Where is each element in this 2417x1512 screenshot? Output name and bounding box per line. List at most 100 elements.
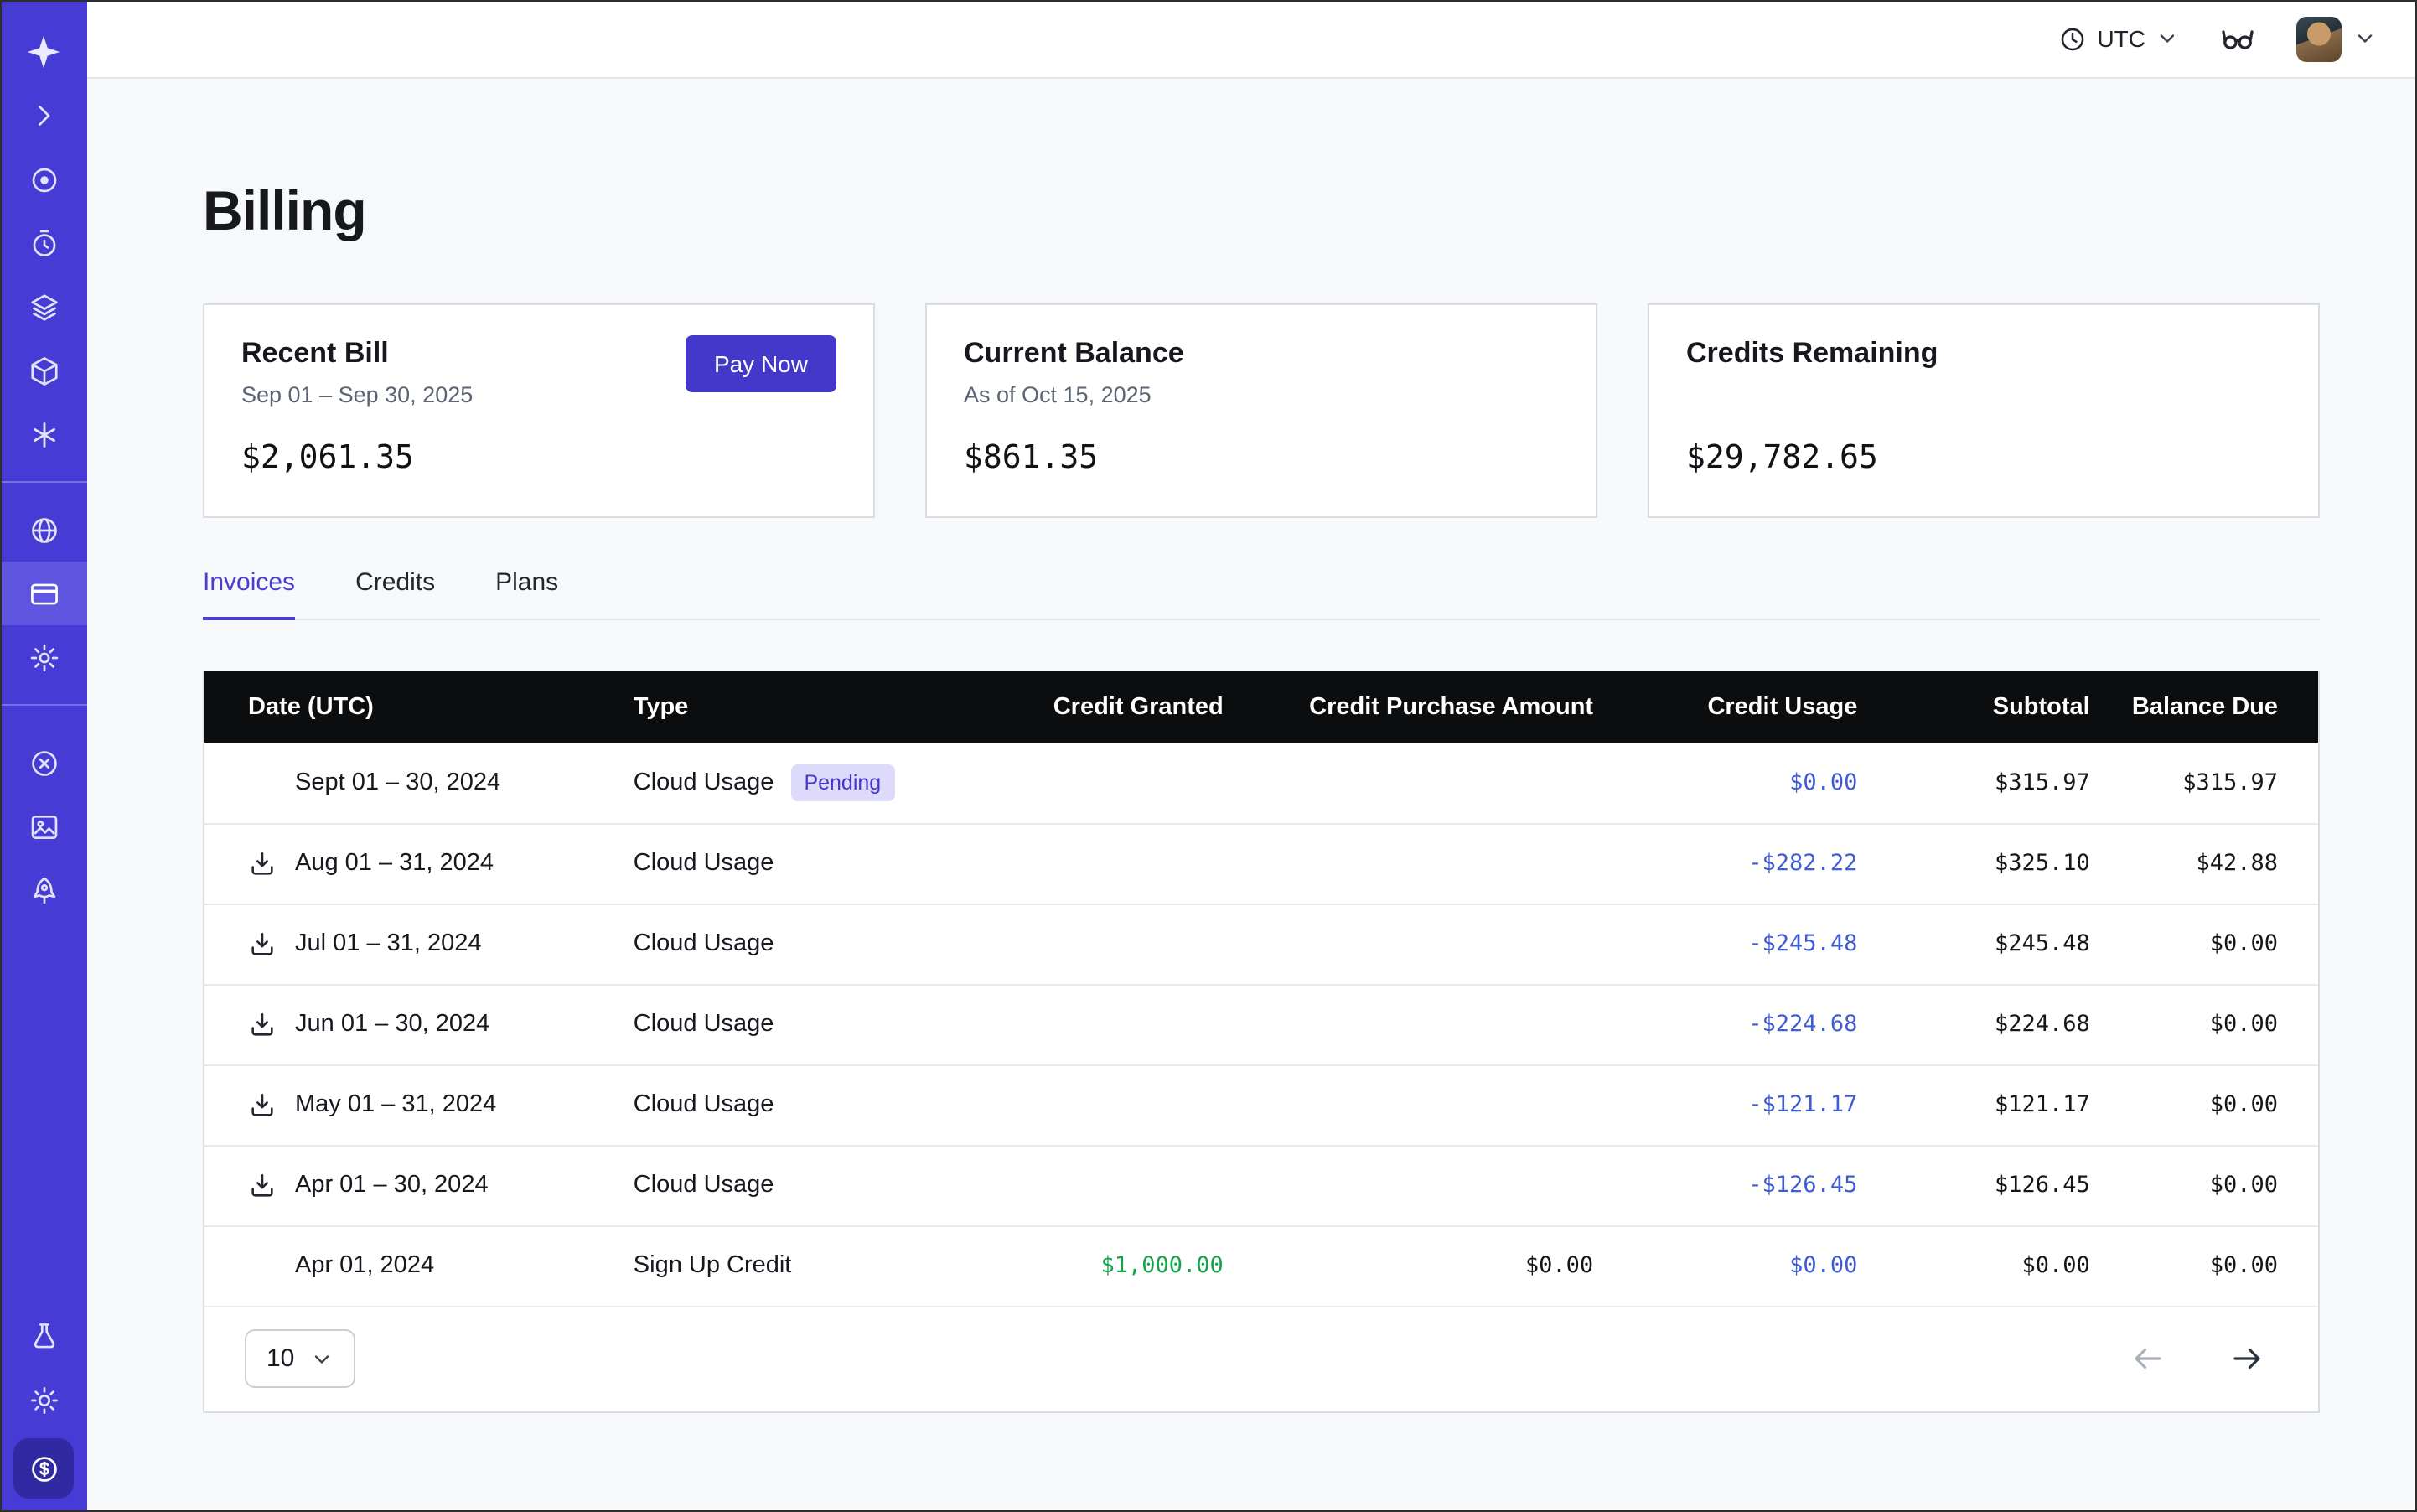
invoice-type: Cloud Usage — [634, 850, 774, 877]
invoice-type: Sign Up Credit — [634, 1252, 792, 1279]
credit-granted-value: $1,000.00 — [965, 1225, 1240, 1306]
invoice-date: May 01 – 31, 2024 — [295, 1091, 496, 1118]
credit-usage-value: -$126.45 — [1610, 1145, 1874, 1225]
balance-due-value: $0.00 — [2107, 1145, 2318, 1225]
table-row: Aug 01 – 31, 2024 Cloud Usage -$282.22 $… — [204, 823, 2318, 904]
card-title: Credits Remaining — [1686, 337, 2281, 370]
invoice-date: Jul 01 – 31, 2024 — [295, 930, 482, 957]
glasses-icon[interactable] — [2219, 20, 2256, 57]
image-frame-icon[interactable] — [0, 795, 87, 858]
download-invoice-button download-icon[interactable] — [248, 849, 295, 878]
chevron-down-icon — [2353, 27, 2377, 50]
col-date: Date (UTC) — [204, 671, 617, 743]
timezone-label: UTC — [2097, 25, 2145, 52]
balance-due-value: $0.00 — [2107, 1225, 2318, 1306]
gear-icon[interactable] — [0, 625, 87, 689]
pay-now-button[interactable]: Pay Now — [686, 335, 836, 392]
chevron-down-icon — [309, 1347, 333, 1370]
rocket-icon[interactable] — [0, 858, 87, 922]
balance-due-value: $0.00 — [2107, 984, 2318, 1064]
subtotal-value: $245.48 — [1874, 904, 2106, 984]
sidebar-divider — [0, 481, 87, 483]
download-invoice-button download-icon[interactable] — [248, 1171, 295, 1199]
balance-due-value: $315.97 — [2107, 743, 2318, 823]
col-credit-usage: Credit Usage — [1610, 671, 1874, 743]
timezone-selector[interactable]: UTC — [2058, 24, 2179, 53]
page-title: Billing — [203, 179, 2320, 243]
asterisk-icon[interactable] — [0, 402, 87, 466]
table-row: Jul 01 – 31, 2024 Cloud Usage -$245.48 $… — [204, 904, 2318, 984]
next-page-button arrow-right-icon[interactable] — [2229, 1341, 2264, 1376]
invoice-type: Cloud Usage — [634, 1091, 774, 1118]
balance-due-value: $0.00 — [2107, 904, 2318, 984]
page-size-select[interactable]: 10 — [245, 1329, 355, 1388]
invoice-date: Sept 01 – 30, 2024 — [295, 769, 500, 796]
status-badge: Pending — [790, 764, 894, 801]
card-title: Current Balance — [964, 337, 1559, 370]
download-invoice-button download-icon[interactable] — [248, 1090, 295, 1119]
flask-icon[interactable] — [0, 1304, 87, 1368]
account-menu[interactable] — [2296, 16, 2377, 61]
invoices-table: Date (UTC) Type Credit Granted Credit Pu… — [203, 671, 2320, 1412]
sidebar — [0, 0, 87, 1512]
credit-usage-value: -$245.48 — [1610, 904, 1874, 984]
main-content: Billing Recent Bill Pay Now Sep 01 – Sep… — [87, 79, 2417, 1512]
subtotal-value: $126.45 — [1874, 1145, 2106, 1225]
sidebar-divider — [0, 704, 87, 706]
balance-due-value: $42.88 — [2107, 823, 2318, 904]
credits-remaining-amount: $29,782.65 — [1686, 439, 2281, 476]
target-icon[interactable] — [0, 148, 87, 211]
invoice-date: Apr 01 – 30, 2024 — [295, 1172, 489, 1199]
tab-invoices[interactable]: Invoices — [203, 568, 295, 619]
tab-credits[interactable]: Credits — [355, 568, 435, 619]
col-type: Type — [617, 671, 965, 743]
pagination — [2130, 1341, 2278, 1376]
table-row: May 01 – 31, 2024 Cloud Usage -$121.17 $… — [204, 1064, 2318, 1145]
recent-bill-amount: $2,061.35 — [241, 439, 836, 476]
subtotal-value: $0.00 — [1874, 1225, 2106, 1306]
layers-icon[interactable] — [0, 275, 87, 339]
credit-usage-value: -$121.17 — [1610, 1064, 1874, 1145]
card-credits-remaining: Credits Remaining $29,782.65 — [1648, 303, 2320, 518]
circle-x-icon[interactable] — [0, 731, 87, 795]
subtotal-value: $315.97 — [1874, 743, 2106, 823]
table-row: Jun 01 – 30, 2024 Cloud Usage -$224.68 $… — [204, 984, 2318, 1064]
credit-usage-value: -$282.22 — [1610, 823, 1874, 904]
tab-plans[interactable]: Plans — [495, 568, 558, 619]
invoice-date: Aug 01 – 31, 2024 — [295, 850, 494, 877]
clock-icon — [2058, 24, 2087, 53]
card-current-balance: Current Balance As of Oct 15, 2025 $861.… — [925, 303, 1597, 518]
table-row: Apr 01 – 30, 2024 Cloud Usage -$126.45 $… — [204, 1145, 2318, 1225]
credit-purchase-value: $0.00 — [1240, 1225, 1610, 1306]
subtotal-value: $224.68 — [1874, 984, 2106, 1064]
billing-tabs: Invoices Credits Plans — [203, 568, 2320, 620]
current-balance-amount: $861.35 — [964, 439, 1559, 476]
invoice-type: Cloud Usage — [634, 769, 774, 796]
globe-icon[interactable] — [0, 498, 87, 562]
col-subtotal: Subtotal — [1874, 671, 2106, 743]
sun-icon[interactable] — [0, 1368, 87, 1432]
invoice-type: Cloud Usage — [634, 1172, 774, 1199]
card-subtitle: As of Oct 15, 2025 — [964, 382, 1559, 412]
sidebar-group-main — [0, 84, 87, 466]
chevron-down-icon — [2156, 27, 2179, 50]
logo-icon[interactable] — [0, 20, 87, 84]
invoice-date: Jun 01 – 30, 2024 — [295, 1011, 489, 1038]
download-invoice-button download-icon[interactable] — [248, 1010, 295, 1038]
col-credit-purchase-amount: Credit Purchase Amount — [1240, 671, 1610, 743]
stopwatch-icon[interactable] — [0, 211, 87, 275]
cube-icon[interactable] — [0, 339, 87, 402]
expand-sidebar-chevron-icon[interactable] — [0, 84, 87, 148]
table-row: Apr 01, 2024 Sign Up Credit $1,000.00 $0… — [204, 1225, 2318, 1306]
sidebar-item-billing credit-card-icon[interactable] — [0, 562, 87, 625]
subtotal-value: $325.10 — [1874, 823, 2106, 904]
download-invoice-button download-icon[interactable] — [248, 929, 295, 958]
dollar-circle-icon[interactable] — [13, 1438, 74, 1499]
prev-page-button arrow-left-icon[interactable] — [2130, 1341, 2166, 1376]
page-size-value: 10 — [267, 1344, 294, 1373]
summary-cards: Recent Bill Pay Now Sep 01 – Sep 30, 202… — [203, 303, 2320, 518]
subtotal-value: $121.17 — [1874, 1064, 2106, 1145]
table-footer: 10 — [204, 1307, 2318, 1411]
table-row: Sept 01 – 30, 2024 Cloud UsagePending $0… — [204, 743, 2318, 823]
topbar: UTC — [87, 0, 2417, 79]
